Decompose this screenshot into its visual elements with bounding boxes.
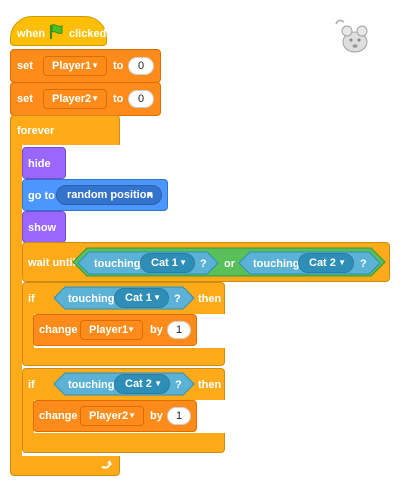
variable-dropdown[interactable]: Player1 ▼ [43,56,107,76]
goto-target-dropdown[interactable]: random position ▼ [56,185,162,205]
change-label: change [39,410,78,422]
set-label: set [17,60,33,72]
touching-label: touching [68,293,115,305]
dropdown-arrow-icon: ▼ [91,94,99,103]
dropdown-arrow-icon: ▼ [153,293,161,302]
question-label: ? [175,379,182,391]
touching-label: touching [68,379,115,391]
wait-until-label: wait until [28,257,76,269]
if-footer [22,433,225,453]
go-to-label: go to [28,190,55,202]
by-label: by [150,324,163,336]
value-input[interactable]: 0 [128,90,154,108]
dropdown-arrow-icon: ▼ [127,325,135,334]
show-label: show [28,222,57,234]
hat-clicked-label: clicked [69,28,107,40]
value-input[interactable]: 0 [128,57,154,75]
to-label: to [113,60,124,72]
set-label: set [17,93,33,105]
hide-label: hide [28,158,51,170]
dropdown-arrow-icon: ▼ [128,411,136,420]
change-label: change [39,324,78,336]
dropdown-arrow-icon: ▼ [91,61,99,70]
loop-arrow-icon [101,460,112,469]
to-label: to [113,93,124,105]
mouse-icon [335,19,368,53]
if-label: if [28,379,35,391]
variable-dropdown[interactable]: Player2 ▼ [43,89,107,109]
dropdown-arrow-icon: ▼ [154,379,162,388]
touching-target-dropdown[interactable]: Cat 2 ▼ [298,253,354,273]
touching-target-dropdown[interactable]: Cat 1 ▼ [114,288,169,308]
or-label: or [224,258,235,270]
variable-dropdown[interactable]: Player2 ▼ [80,406,144,426]
value-input[interactable]: 1 [167,321,191,339]
hat-when-label: when [17,28,46,40]
dropdown-arrow-icon: ▼ [146,190,154,199]
then-label: then [198,293,222,305]
forever-label: forever [17,125,55,137]
then-label: then [198,379,222,391]
forever-arm [10,144,22,458]
question-label: ? [174,293,181,305]
dropdown-arrow-icon: ▼ [179,258,187,267]
question-label: ? [360,258,367,270]
if-footer [22,348,225,366]
dropdown-arrow-icon: ▼ [338,258,346,267]
touching-target-dropdown[interactable]: Cat 2 ▼ [114,374,170,394]
by-label: by [150,410,163,422]
green-flag-icon [50,24,63,39]
touching-label: touching [253,258,300,270]
variable-dropdown[interactable]: Player1 ▼ [80,320,143,340]
value-input[interactable]: 1 [167,407,191,425]
touching-label: touching [94,258,141,270]
question-label: ? [200,258,207,270]
touching-target-dropdown[interactable]: Cat 1 ▼ [140,253,195,273]
if-label: if [28,293,35,305]
